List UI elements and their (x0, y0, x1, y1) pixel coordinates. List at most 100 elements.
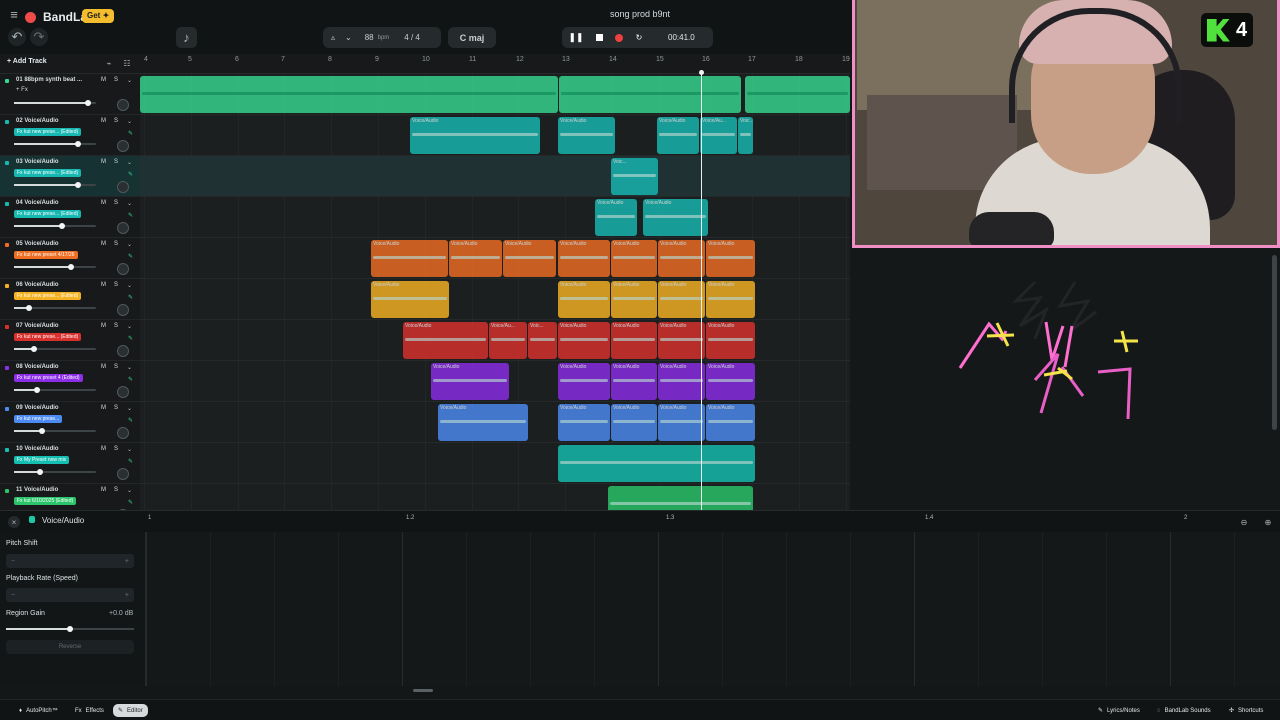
minus-icon[interactable]: − (11, 558, 15, 565)
audio-region[interactable]: Voice/Audio (611, 281, 657, 318)
bpm-value[interactable]: 88 (365, 33, 374, 42)
pitch-shift-stepper[interactable]: − + (6, 554, 134, 568)
audio-region[interactable]: Voice/Audio (611, 363, 657, 400)
bandlab-sounds-button[interactable]: ◌ BandLab Sounds (1152, 704, 1216, 717)
edit-pencil-icon[interactable]: ✎ (128, 294, 133, 301)
effects-preset[interactable]: Fx kut new preset 4 (Edited) (14, 374, 83, 382)
audio-region[interactable]: Voice/Audio (410, 117, 540, 154)
audio-region[interactable]: Voice/Audio (658, 404, 705, 441)
time-signature[interactable]: 4 / 4 (404, 33, 420, 42)
chevron-down-icon[interactable]: ⌄ (127, 241, 132, 248)
audio-region[interactable]: Voice/Audio (611, 322, 657, 359)
pan-knob[interactable] (117, 386, 129, 398)
audio-region[interactable]: Voice/Audio (658, 240, 705, 277)
pan-knob[interactable] (117, 99, 129, 111)
mute-button[interactable]: M (101, 282, 106, 288)
track-lane[interactable] (140, 156, 850, 197)
effects-button[interactable]: Fx Effects (70, 704, 109, 717)
audio-region[interactable]: Voice/Audio (438, 404, 528, 441)
audio-region[interactable]: Voice/Audio (503, 240, 556, 277)
audio-region[interactable] (140, 76, 558, 113)
audio-region[interactable]: Voice/Audio (431, 363, 509, 400)
undo-icon[interactable]: ↶ (8, 28, 26, 46)
minus-icon[interactable]: − (11, 592, 15, 599)
chevron-down-icon[interactable]: ⌄ (127, 118, 132, 125)
audio-region[interactable]: Voice/Audio (706, 240, 755, 277)
volume-slider[interactable] (14, 346, 96, 352)
edit-pencil-icon[interactable]: ✎ (128, 171, 133, 178)
solo-button[interactable]: S (114, 77, 118, 83)
audio-region[interactable]: Voice/Audio (558, 281, 610, 318)
volume-handle[interactable] (74, 182, 81, 188)
audio-region[interactable]: Voice/Audio (658, 281, 705, 318)
mute-button[interactable]: M (101, 405, 106, 411)
edit-pencil-icon[interactable]: ✎ (128, 212, 133, 219)
chevron-down-icon[interactable]: ⌄ (127, 200, 132, 207)
chevron-down-icon[interactable]: ⌄ (127, 159, 132, 166)
audio-region[interactable]: Voice/Audio (371, 240, 448, 277)
edit-pencil-icon[interactable]: ✎ (128, 253, 133, 260)
edit-pencil-icon[interactable]: ✎ (128, 458, 133, 465)
track-name[interactable]: 04 Voice/Audio (16, 200, 59, 206)
volume-slider[interactable] (14, 223, 96, 229)
track-name[interactable]: 10 Voice/Audio (16, 446, 59, 452)
edit-pencil-icon[interactable]: ✎ (128, 499, 133, 506)
audio-region[interactable]: Voice/Audio (558, 240, 610, 277)
volume-handle[interactable] (38, 428, 45, 434)
vertical-scrollbar[interactable] (1272, 255, 1277, 430)
audio-region[interactable]: Voice/Audio (706, 322, 755, 359)
volume-handle[interactable] (58, 223, 65, 229)
track-row[interactable]: 06 Voice/Audio M S ⌄ Fx kut new prese... (Ed… (0, 279, 140, 320)
track-name[interactable]: 03 Voice/Audio (16, 159, 59, 165)
audio-region[interactable] (558, 445, 755, 482)
audio-region[interactable]: Voic... (738, 117, 753, 154)
audio-region[interactable]: Voice/Audio (558, 363, 610, 400)
reverse-button[interactable]: Reverse (6, 640, 134, 654)
track-name[interactable]: 02 Voice/Audio (16, 118, 59, 124)
volume-slider[interactable] (14, 100, 96, 106)
effects-preset[interactable]: Fx kut 6/10/2025 (Edited) (14, 497, 77, 505)
volume-handle[interactable] (74, 141, 81, 147)
solo-button[interactable]: S (114, 364, 118, 370)
audio-region[interactable]: Voice/Audio (706, 404, 755, 441)
track-row[interactable]: 03 Voice/Audio M S ⌄ Fx kut new prese... (Ed… (0, 156, 140, 197)
audio-region[interactable]: Voice/Audio (658, 322, 705, 359)
editor-button[interactable]: ✎ Editor (113, 704, 148, 717)
audio-region[interactable]: Voice/Au... (489, 322, 527, 359)
volume-handle[interactable] (25, 305, 32, 311)
chevron-down-icon[interactable]: ⌄ (127, 77, 132, 84)
volume-slider[interactable] (14, 387, 96, 393)
lyrics-notes-button[interactable]: ✎ Lyrics/Notes (1093, 704, 1145, 717)
solo-button[interactable]: S (114, 323, 118, 329)
pan-knob[interactable] (117, 263, 129, 275)
track-name[interactable]: 08 Voice/Audio (16, 364, 59, 370)
audio-region[interactable] (559, 76, 741, 113)
pan-knob[interactable] (117, 468, 129, 480)
volume-handle[interactable] (30, 346, 37, 352)
metronome-toggle-icon[interactable]: ▵ (331, 33, 335, 42)
edit-pencil-icon[interactable]: ✎ (128, 130, 133, 137)
key-control[interactable]: C maj (448, 27, 496, 48)
effects-preset[interactable]: Fx kut new preset 4/17/26 (14, 251, 78, 259)
mute-button[interactable]: M (101, 364, 106, 370)
audio-region[interactable]: Voice/Audio (658, 363, 705, 400)
magic-wand-icon[interactable]: ⌁ (104, 58, 114, 68)
effects-preset[interactable]: Fx kut new prese... (Edited) (14, 169, 82, 177)
get-button[interactable]: Get ✦ (82, 9, 115, 23)
pan-knob[interactable] (117, 427, 129, 439)
track-name[interactable]: 06 Voice/Audio (16, 282, 59, 288)
region-gain-handle[interactable] (67, 626, 73, 632)
volume-slider[interactable] (14, 305, 96, 311)
zoom-out-icon[interactable]: ⊖ (1238, 516, 1250, 528)
effects-preset[interactable]: Fx kut new prese... (Edited) (14, 128, 82, 136)
stop-icon[interactable] (596, 34, 603, 41)
audio-region[interactable]: Voice/Audio (657, 117, 699, 154)
mute-button[interactable]: M (101, 487, 106, 493)
track-name[interactable]: 01 88bpm synth beat ... (16, 77, 82, 83)
effects-preset[interactable]: Fx kut new prese... (Edited) (14, 210, 82, 218)
track-settings-icon[interactable]: ☷ (122, 58, 132, 68)
track-row[interactable]: 02 Voice/Audio M S ⌄ Fx kut new prese... (Ed… (0, 115, 140, 156)
timeline-ruler[interactable]: 4 5 6 7 8 9 10 11 12 13 14 15 16 17 18 19 (140, 54, 850, 74)
track-row[interactable]: 07 Voice/Audio M S ⌄ Fx kut new prese... (Ed… (0, 320, 140, 361)
audio-region[interactable]: Voice/Audio (371, 281, 449, 318)
